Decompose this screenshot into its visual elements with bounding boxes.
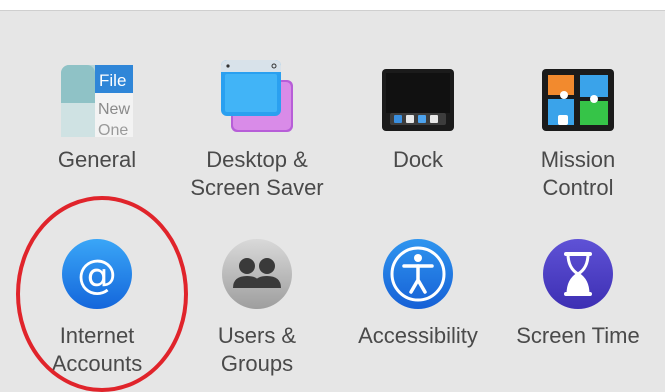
- pref-users-groups-label: Users & Groups: [217, 323, 297, 376]
- pref-dock[interactable]: Dock: [343, 55, 493, 205]
- general-icon: File New One: [59, 63, 135, 139]
- pref-mission-control-label: Mission Control: [540, 147, 616, 200]
- accessibility-icon: [380, 236, 456, 312]
- general-icon-new-text: New: [98, 101, 130, 118]
- pref-desktop-screen-saver-label: Desktop & Screen Saver: [190, 147, 324, 200]
- pref-screen-time[interactable]: Screen Time: [503, 228, 653, 378]
- mission-control-icon: [540, 63, 616, 139]
- divider: [0, 10, 665, 11]
- pref-mission-control[interactable]: Mission Control: [503, 55, 653, 205]
- window-top-area: [0, 0, 665, 10]
- screen-time-icon: [540, 236, 616, 312]
- general-icon-one-text: One: [98, 122, 128, 139]
- pref-screen-time-label: Screen Time: [516, 323, 640, 348]
- pref-desktop-screen-saver[interactable]: Desktop & Screen Saver: [182, 55, 332, 205]
- users-groups-icon: [219, 236, 295, 312]
- pref-accessibility-label: Accessibility: [358, 323, 478, 348]
- general-icon-file-text: File: [99, 71, 126, 90]
- desktop-screen-saver-icon: [219, 58, 295, 134]
- pref-general[interactable]: File New One General: [22, 55, 172, 205]
- pref-users-groups[interactable]: Users & Groups: [182, 228, 332, 378]
- dock-icon: [380, 63, 456, 139]
- pref-accessibility[interactable]: Accessibility: [343, 228, 493, 378]
- pref-general-label: General: [57, 147, 137, 172]
- annotation-ellipse: [16, 196, 188, 392]
- pref-dock-label: Dock: [392, 147, 444, 172]
